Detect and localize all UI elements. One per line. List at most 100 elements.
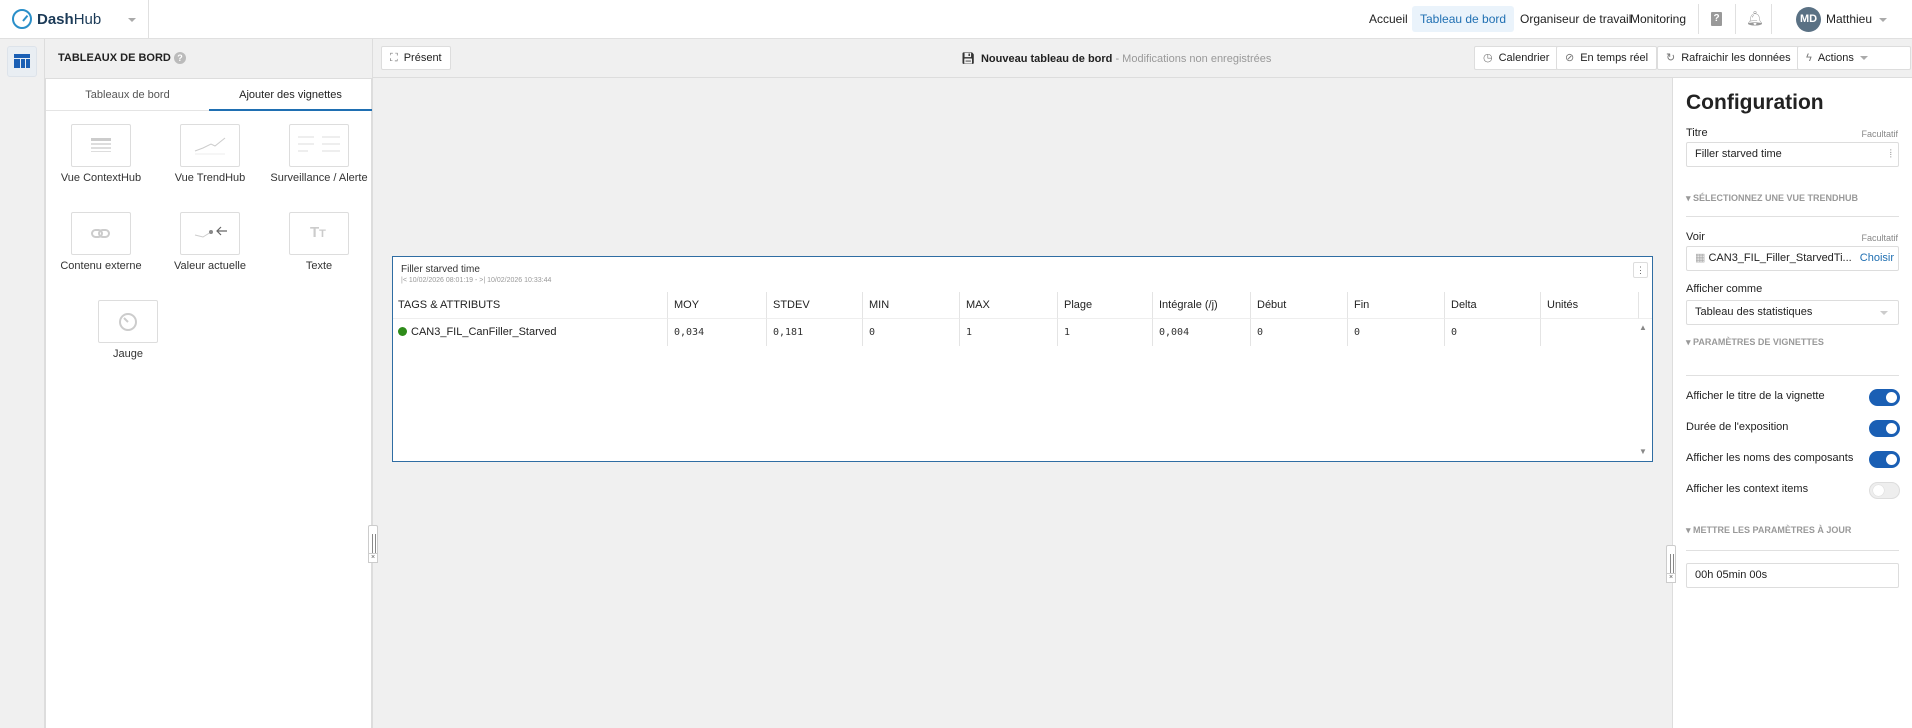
view-input[interactable]: ▦ CAN3_FIL_Filler_StarvedTi... Choisir [1686, 246, 1899, 271]
help-icon[interactable]: ? [174, 52, 186, 64]
avatar[interactable]: MD [1796, 7, 1821, 32]
statistics-widget[interactable]: Filler starved time |< 10/02/2026 08:01:… [392, 256, 1653, 462]
left-panel-header: TABLEAUX DE BORD ? [45, 39, 372, 78]
display-as-value: Tableau des statistiques [1695, 306, 1813, 318]
column-header[interactable]: STDEV [766, 292, 862, 319]
toggle-label: Afficher les noms des composants [1686, 452, 1854, 464]
top-header: DashHub Accueil Tableau de bord Organise… [0, 0, 1912, 39]
stat-cell: 0,004 [1152, 319, 1250, 346]
close-right-panel-icon[interactable]: × [1666, 573, 1676, 583]
tab-tableaux-de-bord[interactable]: Tableaux de bord [46, 79, 209, 111]
optional-hint: Facultatif [1861, 129, 1898, 139]
toggle-switch[interactable] [1869, 389, 1900, 406]
app-switcher-chevron-icon[interactable] [128, 18, 136, 22]
section-tile-params[interactable]: ▾ PARAMÈTRES DE VIGNETTES [1686, 337, 1824, 348]
fullscreen-icon: ⛶ [390, 52, 398, 64]
tile-label: Contenu externe [60, 260, 142, 272]
column-header[interactable]: Fin [1347, 292, 1444, 319]
tile-trendhub[interactable] [180, 124, 240, 167]
divider [1686, 375, 1899, 376]
dashboard-title: 💾︎ Nouveau tableau de bord - Modification… [961, 52, 1271, 65]
scrollbar-header [1638, 292, 1652, 319]
help-icon[interactable]: ? [1711, 12, 1722, 26]
section-update-params-label: METTRE LES PARAMÈTRES À JOUR [1693, 525, 1852, 535]
scroll-down-icon[interactable]: ▼ [1639, 447, 1647, 456]
column-header[interactable]: Delta [1444, 292, 1540, 319]
link-icon [91, 229, 110, 238]
bell-icon[interactable]: 🔔︎ [1746, 10, 1764, 27]
widget-menu-button[interactable]: ⋮ [1633, 262, 1648, 278]
tab-ajouter-des-vignettes[interactable]: Ajouter des vignettes [209, 79, 372, 111]
tile-contexthub[interactable] [71, 124, 131, 167]
column-header[interactable]: Début [1250, 292, 1347, 319]
nav-tableau-de-bord[interactable]: Tableau de bord [1412, 6, 1515, 32]
display-as-select[interactable]: Tableau des statistiques [1686, 300, 1899, 325]
nav-organiseur[interactable]: Organiseur de travail [1512, 6, 1639, 32]
config-heading: Configuration [1686, 91, 1824, 114]
close-left-panel-icon[interactable]: × [368, 553, 378, 563]
trend-line-icon [194, 137, 226, 155]
toggle-switch[interactable] [1869, 420, 1900, 437]
refresh-label: Rafraichir les données [1681, 52, 1791, 64]
column-header[interactable]: MAX [959, 292, 1057, 319]
toggle-switch[interactable] [1869, 482, 1900, 499]
brand-name: DashHub [37, 11, 101, 28]
gauge-icon [119, 313, 137, 331]
toggle-switch[interactable] [1869, 451, 1900, 468]
column-header[interactable]: MOY [667, 292, 766, 319]
text-icon: TT [310, 224, 326, 241]
title-value: Filler starved time [1695, 148, 1782, 160]
alert-list-icon [298, 136, 340, 152]
variable-icon[interactable]: ⦙ [1890, 143, 1892, 166]
stat-cell: 0 [862, 319, 959, 346]
stat-cell [1540, 319, 1638, 346]
unsaved-status: - Modifications non enregistrées [1112, 53, 1272, 65]
view-grid-icon: ▦ [1695, 252, 1706, 264]
stat-cell: 0 [1444, 319, 1540, 346]
widget-time-range: |< 10/02/2026 08:01:19 - >| 10/02/2026 1… [401, 277, 552, 284]
widget-title: Filler starved time [401, 264, 480, 275]
save-icon[interactable]: 💾︎ [961, 53, 975, 65]
update-interval-value: 00h 05min 00s [1695, 569, 1768, 581]
tile-texte[interactable]: TT [289, 212, 349, 255]
column-header[interactable]: Intégrale (/j) [1152, 292, 1250, 319]
column-header[interactable]: Plage [1057, 292, 1152, 319]
section-select-view[interactable]: ▾ SÉLECTIONNEZ UNE VUE TRENDHUB [1686, 193, 1858, 204]
tile-label: Valeur actuelle [174, 260, 246, 272]
configuration-panel: Configuration Titre Facultatif Filler st… [1672, 78, 1912, 728]
realtime-button[interactable]: ⊘ En temps réel [1556, 46, 1658, 70]
column-header[interactable]: MIN [862, 292, 959, 319]
tile-label: Texte [305, 260, 333, 272]
actions-label: Actions [1817, 52, 1854, 64]
column-header[interactable]: TAGS & ATTRIBUTS [393, 292, 667, 319]
tile-contenu-externe[interactable] [71, 212, 131, 255]
nav-accueil[interactable]: Accueil [1361, 6, 1416, 32]
refresh-icon: ↻ [1666, 52, 1676, 64]
chevron-down-icon [1880, 311, 1888, 315]
tile-surveillance[interactable] [289, 124, 349, 167]
present-label: Présent [403, 52, 442, 64]
brand-light: Hub [73, 10, 102, 28]
nav-monitoring[interactable]: Monitoring [1622, 6, 1694, 32]
refresh-button[interactable]: ↻ Rafraichir les données [1657, 46, 1800, 70]
calendar-button[interactable]: ◷ Calendrier [1474, 46, 1559, 70]
user-menu-chevron-icon[interactable] [1879, 18, 1887, 22]
divider [1771, 4, 1772, 34]
actions-button[interactable]: ϟ Actions [1797, 46, 1911, 70]
section-update-params[interactable]: ▾ METTRE LES PARAMÈTRES À JOUR [1686, 525, 1851, 536]
title-input[interactable]: Filler starved time ⦙ [1686, 142, 1899, 167]
stat-cell: 0 [1250, 319, 1347, 346]
brand-logo[interactable]: DashHub [12, 9, 101, 29]
column-header[interactable]: Unités [1540, 292, 1638, 319]
update-interval-input[interactable]: 00h 05min 00s [1686, 563, 1899, 588]
scroll-up-icon[interactable]: ▲ [1639, 323, 1647, 332]
tile-valeur-actuelle[interactable] [180, 212, 240, 255]
choose-link[interactable]: Choisir [1859, 247, 1894, 270]
tile-jauge[interactable] [98, 300, 158, 343]
dashboards-rail-button[interactable] [7, 46, 37, 77]
user-name[interactable]: Matthieu [1826, 12, 1872, 26]
optional-hint: Facultatif [1861, 233, 1898, 243]
stat-cell: 0,181 [766, 319, 862, 346]
present-button[interactable]: ⛶ Présent [381, 46, 451, 70]
bolt-icon: ϟ [1806, 52, 1812, 64]
